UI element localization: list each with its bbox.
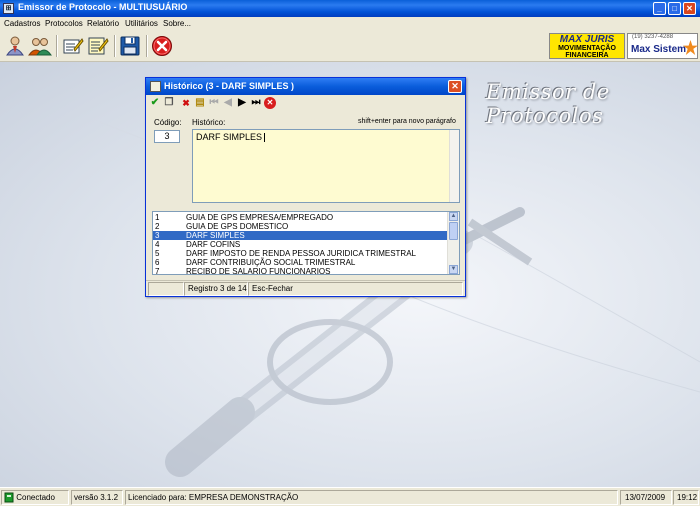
scroll-down-icon[interactable]: ▼	[449, 265, 458, 274]
menu-bar: Cadastros Protocolos Relatório Utilitári…	[0, 17, 700, 30]
list-item[interactable]: 6 DARF CONTRIBUIÇÃO SOCIAL TRIMESTRAL	[153, 258, 449, 267]
date-label: 13/07/2009	[620, 490, 672, 505]
code-label: Código:	[154, 118, 182, 127]
time-label: 19:12	[673, 490, 699, 505]
close-dialog-icon[interactable]: ✕	[264, 97, 276, 109]
brand-title: Emissor de Protocolos	[486, 80, 610, 128]
menu-relatorio[interactable]: Relatório	[87, 19, 119, 28]
list-item[interactable]: 2 GUIA DE GPS DOMESTICO	[153, 222, 449, 231]
list-item-selected[interactable]: 3 DARF SIMPLES	[153, 231, 449, 240]
text-caret	[264, 133, 266, 143]
max-juris-logo: MAX JURIS MOVIMENTAÇÃO FINANCEIRA	[549, 33, 625, 59]
max-sistem-phone: (19) 3237-4288	[632, 34, 674, 40]
cancel-icon[interactable]	[149, 33, 175, 59]
max-sistem-name: Max Sistem	[631, 44, 687, 55]
app-icon[interactable]: ⊞	[3, 3, 14, 14]
dialog-titlebar: Histórico (3 - DARF SIMPLES ) ✕	[146, 78, 465, 95]
max-juris-name: MAX JURIS	[559, 34, 615, 45]
connection-status: Conectado	[1, 490, 69, 505]
status-empty-panel	[148, 282, 184, 296]
newline-hint: shift+enter para novo parágrafo	[358, 118, 456, 125]
list-item[interactable]: 5 DARF IMPOSTO DE RENDA PESSOA JURIDICA T…	[153, 249, 449, 258]
version-label: versão 3.1.2	[71, 490, 123, 505]
menu-protocolos[interactable]: Protocolos	[45, 19, 83, 28]
dialog-title: Histórico (3 - DARF SIMPLES )	[164, 81, 295, 91]
new-record-icon[interactable]: ❐	[163, 97, 175, 109]
list-item[interactable]: 1 GUIA DE GPS EMPRESA/EMPREGADO	[153, 213, 449, 222]
user-icon[interactable]	[2, 33, 28, 59]
star-icon	[683, 40, 698, 55]
connection-icon	[4, 492, 14, 503]
scroll-up-icon[interactable]: ▲	[449, 212, 458, 221]
next-record-icon[interactable]: ▶	[236, 97, 248, 109]
edit-list-icon[interactable]	[85, 33, 111, 59]
toolbar-separator	[114, 35, 116, 57]
list-scrollbar[interactable]: ▲ ▼	[447, 212, 459, 274]
list-item[interactable]: 7 RECIBO DE SALARIO FUNCIONARIOS	[153, 267, 449, 274]
users-icon[interactable]	[27, 33, 53, 59]
delete-icon[interactable]: ✖	[180, 97, 192, 109]
close-button[interactable]: ✕	[683, 2, 696, 15]
previous-record-icon[interactable]: ◀	[222, 97, 234, 109]
list-item[interactable]: 4 DARF COFINS	[153, 240, 449, 249]
toolbar-separator	[146, 35, 148, 57]
max-juris-sub2: FINANCEIRA	[565, 52, 609, 59]
scroll-thumb[interactable]	[449, 222, 458, 240]
dialog-close-button[interactable]: ✕	[448, 80, 462, 93]
license-label: Licenciado para: EMPRESA DEMONSTRAÇÃO	[125, 490, 618, 505]
maximize-button[interactable]: □	[668, 2, 681, 15]
menu-utilitarios[interactable]: Utilitários	[125, 19, 158, 28]
first-record-icon[interactable]: ⏮	[208, 97, 220, 109]
max-sistem-logo: (19) 3237-4288 Max Sistem	[627, 33, 698, 59]
minimize-button[interactable]: _	[653, 2, 666, 15]
record-counter: Registro 3 de 14	[184, 282, 248, 296]
max-juris-sub1: MOVIMENTAÇÃO	[558, 45, 616, 52]
toolbar-separator	[56, 35, 58, 57]
history-list[interactable]: 1 GUIA DE GPS EMPRESA/EMPREGADO 2 GUIA DE …	[152, 211, 460, 275]
status-bar: Conectado versão 3.1.2 Licenciado para: …	[0, 487, 700, 506]
window-titlebar: ⊞ Emissor de Protocolo - MULTIUSUÁRIO _ …	[0, 0, 700, 17]
menu-cadastros[interactable]: Cadastros	[4, 19, 40, 28]
edit-icon[interactable]: ▤	[194, 97, 206, 109]
last-record-icon[interactable]: ⏭	[250, 97, 262, 109]
esc-hint: Esc-Fechar	[248, 282, 463, 296]
dialog-toolbar: ✔ ❐ ✖ ▤ ⏮ ◀ ▶ ⏭ ✕	[146, 95, 465, 111]
dialog-statusbar: Registro 3 de 14 Esc-Fechar	[146, 280, 465, 296]
dialog-icon	[150, 81, 161, 92]
window-title: Emissor de Protocolo - MULTIUSUÁRIO	[18, 2, 188, 12]
edit-form-icon[interactable]	[60, 33, 86, 59]
confirm-check-icon[interactable]: ✔	[149, 97, 161, 109]
menu-sobre[interactable]: Sobre...	[163, 19, 191, 28]
history-text: DARF SIMPLES	[196, 132, 263, 142]
history-scrollbar[interactable]	[449, 130, 459, 202]
history-dialog: Histórico (3 - DARF SIMPLES ) ✕ ✔ ❐ ✖ ▤ …	[145, 77, 466, 297]
history-label: Histórico:	[192, 118, 226, 127]
save-disk-icon[interactable]	[117, 33, 143, 59]
history-textarea[interactable]: DARF SIMPLES	[192, 129, 460, 203]
code-field[interactable]: 3	[154, 130, 180, 143]
